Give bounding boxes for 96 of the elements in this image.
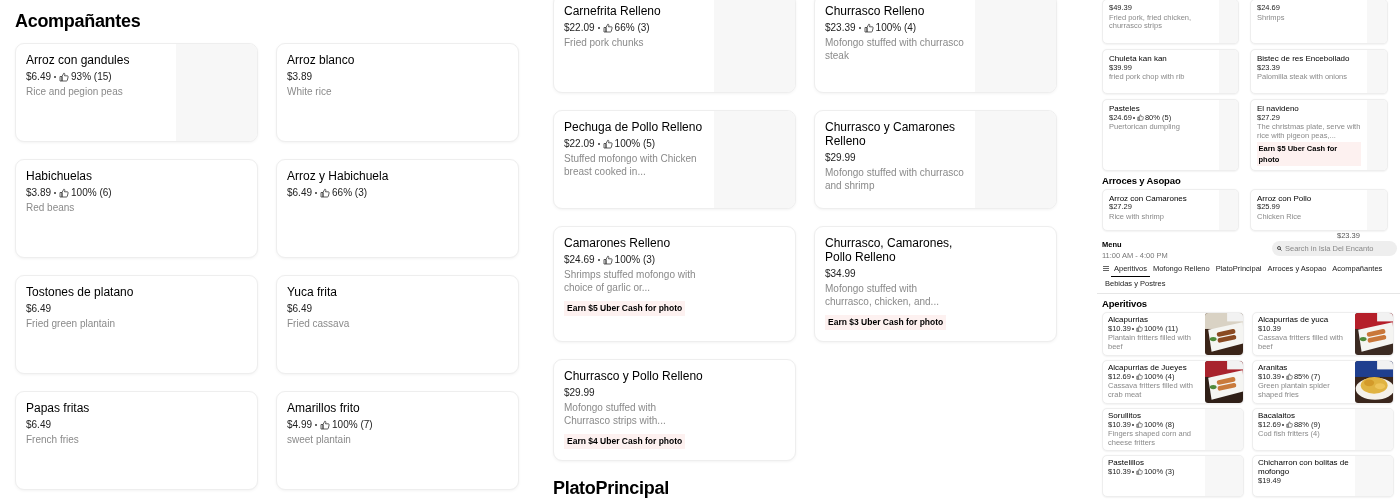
section-heading: PlatoPrincipal [553, 477, 670, 499]
item-description: Mofongo stuffed with churrasco, chicken, and... [825, 282, 940, 308]
item-price: $6.49 [287, 302, 313, 315]
item-price: $4.99 [287, 418, 313, 431]
item-description: Red beans [26, 201, 76, 214]
promo-badge: Earn $4 Uber Cash for photo [564, 434, 686, 449]
section-heading: Acompañantes [15, 10, 142, 32]
item-title: Churrasco, Camarones, Pollo Relleno [825, 236, 954, 264]
item-title: Camarones Relleno [564, 236, 672, 250]
item-description: Shrimps stuffed mofongo with choice of garlic or... [564, 268, 697, 294]
item-title: Amarillos frito [287, 401, 361, 415]
menu-item-card[interactable]: Habichuelas $3.89 100% (6) Red beans [15, 159, 258, 258]
item-title: Pastelillos [1108, 458, 1145, 467]
menu-item-card[interactable]: Yuca frita $6.49 Fried cassava [276, 275, 519, 374]
menu-item-card[interactable]: Tostones de platano $6.49 Fried green plantain [15, 275, 258, 374]
item-price: $6.49 [26, 302, 52, 315]
item-rating: 100% (7) [332, 418, 373, 431]
section-heading: Aperitivos [1102, 297, 1148, 309]
item-title: Papas fritas [26, 401, 91, 415]
item-title: Yuca frita [287, 285, 339, 299]
menu-item-card[interactable]: Churrasco Relleno $23.39 100% (4) Mofongo stuffed with churrasco steak [814, 0, 1057, 93]
item-rating: 93% (15) [71, 70, 112, 83]
item-title: Bacalaitos [1258, 411, 1296, 420]
item-rating: 66% (3) [614, 21, 650, 34]
item-title: Carnefrita Relleno [564, 4, 662, 18]
thumbs-up-icon [320, 419, 331, 430]
menu-item-card[interactable]: Pechuga de Pollo Relleno $22.09 100% (5) Stuffed mofongo with Chicken breast cooked in... [553, 110, 796, 209]
item-title: Arroz blanco [287, 53, 356, 67]
item-rating: 100% (5) [614, 137, 656, 150]
item-title: Chuleta kan kan [1109, 54, 1168, 63]
thumbs-up-icon [602, 254, 613, 265]
item-title: Habichuelas [26, 169, 94, 183]
menu-item-card[interactable]: Papas fritas $6.49 French fries [15, 391, 258, 490]
item-price: $29.99 [825, 151, 856, 164]
thumbs-up-icon [602, 22, 613, 33]
item-title: Arroz con Camarones [1109, 193, 1188, 203]
item-title: Alcapurrias de yuca [1258, 315, 1330, 324]
item-description: White rice [287, 85, 333, 98]
menu-item-card[interactable]: Churrasco, Camarones, Pollo Relleno $34.99 Mofongo stuffed with churrasco, chicken, and... Earn $3 Uber Cash for photo [814, 226, 1057, 342]
item-rating: 66% (3) [332, 186, 368, 199]
menu-item-card[interactable]: Arroz blanco $3.89 White rice [276, 43, 519, 142]
promo-badge: Earn $3 Uber Cash for photo [825, 315, 947, 330]
item-title: Aranitas [1258, 363, 1289, 372]
menu-item-card[interactable]: Camarones Relleno $24.69 100% (3) Shrimps stuffed mofongo with choice of garlic or... Earn $5 Uber Cash for photo [553, 226, 796, 342]
item-description: Mofongo stuffed with churrasco and shrimp [825, 166, 965, 192]
thumbs-up-icon [59, 187, 70, 198]
thumbs-up-icon [320, 187, 331, 198]
item-title: Pechuga de Pollo Relleno [564, 120, 704, 134]
menu-item-card[interactable]: Churrasco y Pollo Relleno $29.99 Mofongo stuffed with Churrasco strips with... Earn $4 Uber Cash for photo [553, 359, 796, 461]
item-price: $3.89 [287, 70, 313, 83]
item-title: El navideno [1257, 104, 1300, 113]
menu-item-card[interactable]: Carnefrita Relleno $22.09 66% (3) Fried pork chunks [553, 0, 796, 93]
item-description: Fried cassava [287, 317, 351, 330]
item-title: Churrasco Relleno [825, 4, 926, 18]
thumbs-up-icon [602, 138, 613, 149]
menu-item-card[interactable]: Churrasco y Camarones Relleno $29.99 Mofongo stuffed with churrasco and shrimp [814, 110, 1057, 209]
item-price: $34.99 [825, 267, 856, 280]
item-price: $6.49 [26, 418, 52, 431]
item-description: Fried green plantain [26, 317, 116, 330]
section-heading: Arroces y Asopao [1102, 174, 1182, 186]
item-title: Chicharron con bolitas de mofongo [1258, 458, 1350, 476]
item-price: $23.39 [825, 21, 856, 34]
item-description: Stuffed mofongo with Chicken breast cooked in... [564, 152, 698, 178]
item-price: $6.49 [26, 70, 52, 83]
item-title: Alcapurrias [1108, 315, 1149, 324]
item-title: Churrasco y Camarones Relleno [825, 120, 957, 148]
item-description: Mofongo stuffed with churrasco steak [825, 36, 965, 62]
item-description: sweet plantain [287, 433, 352, 446]
item-description: Mofongo stuffed with Churrasco strips with... [564, 401, 667, 427]
item-title: Bistec de res Encebollado [1257, 54, 1351, 63]
item-description: Rice and pegion peas [26, 85, 124, 98]
item-title: Arroz y Habichuela [287, 169, 390, 183]
item-rating: 100% (3) [614, 253, 656, 266]
item-price: $24.69 [564, 253, 595, 266]
item-title: Churrasco y Pollo Relleno [564, 369, 704, 383]
item-title: Alcapurrias de Jueyes [1108, 363, 1188, 372]
item-title: Arroz con gandules [26, 53, 131, 67]
item-title: Pasteles [1109, 104, 1141, 113]
thumbs-up-icon [863, 22, 874, 33]
item-description: French fries [26, 433, 80, 446]
menu-item-card[interactable]: Amarillos frito $4.99 100% (7) sweet plantain [276, 391, 519, 490]
item-price: $3.89 [26, 186, 52, 199]
item-price: $6.49 [287, 186, 313, 199]
item-description: Fried pork chunks [564, 36, 645, 49]
promo-badge: Earn $5 Uber Cash for photo [564, 301, 686, 316]
item-title: Sorullitos [1108, 411, 1142, 420]
menu-item-card[interactable]: Arroz con gandules $6.49 93% (15) Rice and pegion peas [15, 43, 258, 142]
menu-item-card[interactable]: Arroz y Habichuela $6.49 66% (3) [276, 159, 519, 258]
item-price: $22.09 [564, 137, 595, 150]
item-title: Tostones de platano [26, 285, 135, 299]
item-title: Arroz con Pollo [1257, 193, 1313, 203]
item-rating: 100% (4) [875, 21, 917, 34]
item-rating: 100% (6) [71, 186, 112, 199]
item-price: $22.09 [564, 21, 595, 34]
item-price: $29.99 [564, 386, 595, 399]
thumbs-up-icon [59, 71, 70, 82]
